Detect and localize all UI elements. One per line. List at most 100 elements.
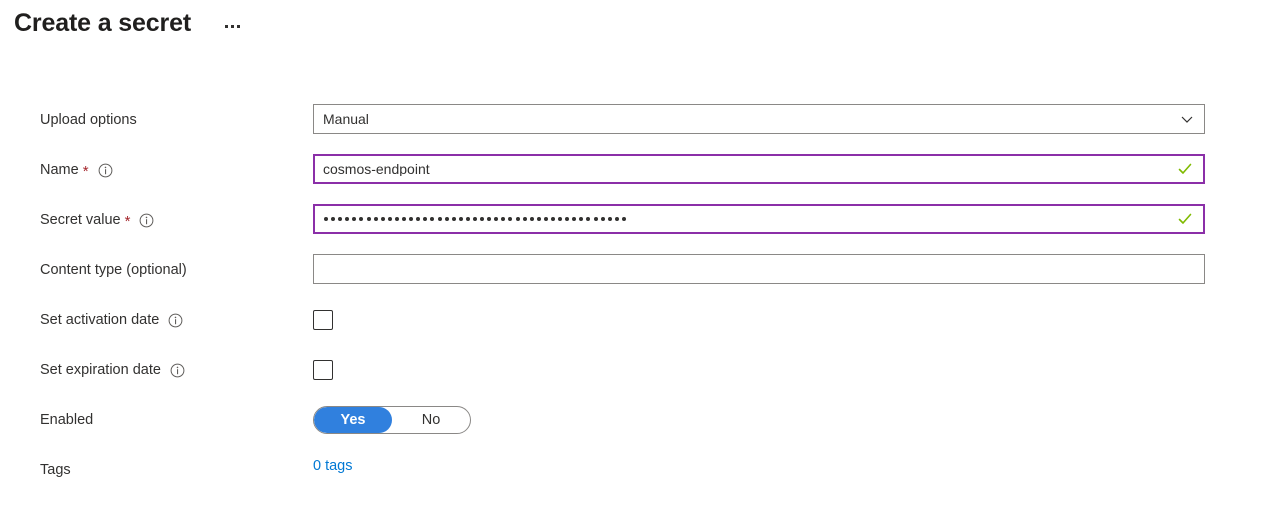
form-row-enabled: Enabled Yes No [0, 404, 1270, 454]
masked-char [373, 217, 378, 221]
masked-char [586, 217, 591, 221]
tags-label-group: Tags [0, 454, 313, 486]
masked-char [444, 217, 449, 221]
masked-char [331, 217, 336, 221]
masked-char [522, 217, 527, 221]
enabled-label-group: Enabled [0, 404, 313, 436]
set-expiration-date-control [313, 354, 1270, 380]
form-row-set-expiration-date: Set expiration date [0, 354, 1270, 404]
masked-char [607, 217, 612, 221]
masked-char [480, 217, 485, 221]
masked-char [423, 217, 428, 221]
set-expiration-date-label-group: Set expiration date [0, 354, 313, 386]
masked-char [621, 217, 626, 221]
masked-char [543, 217, 548, 221]
secret-value-required-marker: * [124, 212, 131, 230]
enabled-toggle-no[interactable]: No [392, 407, 470, 433]
masked-char [494, 217, 499, 221]
masked-char [394, 217, 399, 221]
more-options-button[interactable] [217, 11, 247, 41]
form-row-secret-value: Secret value * [0, 204, 1270, 254]
masked-char [565, 217, 570, 221]
tags-link[interactable]: 0 tags [313, 454, 353, 474]
masked-char [409, 217, 414, 221]
name-value: cosmos-endpoint [323, 162, 430, 176]
masked-char [402, 217, 407, 221]
info-icon[interactable] [98, 163, 113, 178]
form-row-tags: Tags 0 tags [0, 454, 1270, 504]
form-row-set-activation-date: Set activation date [0, 304, 1270, 354]
masked-char [416, 217, 421, 221]
form-row-name: Name * cosmos-endpoint [0, 154, 1270, 204]
form-row-upload-options: Upload options Manual [0, 104, 1270, 154]
blade-header: Create a secret [0, 0, 247, 46]
enabled-toggle[interactable]: Yes No [313, 406, 471, 434]
content-type-label: Content type (optional) [40, 262, 187, 278]
enabled-toggle-yes[interactable]: Yes [314, 407, 392, 433]
masked-char [508, 217, 513, 221]
set-activation-date-label-group: Set activation date [0, 304, 313, 336]
masked-char [359, 217, 364, 221]
tags-label: Tags [40, 462, 71, 478]
masked-char [352, 217, 357, 221]
content-type-input[interactable] [313, 254, 1205, 284]
masked-char [600, 217, 605, 221]
masked-char [572, 217, 577, 221]
masked-char [551, 217, 555, 221]
set-expiration-date-label: Set expiration date [40, 362, 161, 378]
secret-value-masked [315, 217, 626, 221]
masked-char [579, 217, 584, 221]
masked-char [487, 217, 492, 221]
name-label: Name [40, 162, 79, 178]
secret-value-label: Secret value [40, 212, 121, 228]
masked-char [536, 217, 541, 221]
info-icon[interactable] [170, 363, 185, 378]
masked-char [430, 217, 435, 221]
name-input[interactable]: cosmos-endpoint [313, 154, 1205, 184]
tags-control: 0 tags [313, 454, 1270, 475]
set-activation-date-checkbox[interactable] [313, 310, 333, 330]
ellipsis-dot [236, 24, 240, 28]
masked-char [458, 217, 463, 221]
masked-char [501, 217, 506, 221]
upload-options-value: Manual [323, 112, 369, 126]
checkmark-icon [1177, 211, 1193, 227]
masked-char [451, 217, 456, 221]
masked-char [472, 217, 477, 221]
secret-value-input[interactable] [313, 204, 1205, 234]
upload-options-control: Manual [313, 104, 1270, 134]
masked-char [437, 217, 442, 221]
secret-value-label-group: Secret value * [0, 204, 313, 236]
name-label-group: Name * [0, 154, 313, 186]
masked-char [529, 217, 534, 221]
checkmark-icon [1177, 161, 1193, 177]
upload-options-dropdown[interactable]: Manual [313, 104, 1205, 134]
content-type-label-group: Content type (optional) [0, 254, 313, 286]
info-icon[interactable] [139, 213, 154, 228]
masked-char [387, 217, 392, 221]
masked-char [593, 217, 598, 221]
enabled-label: Enabled [40, 412, 94, 428]
ellipsis-dot [230, 24, 234, 28]
masked-char [558, 217, 563, 221]
masked-char [324, 217, 328, 221]
form-row-content-type: Content type (optional) [0, 254, 1270, 304]
masked-char [366, 217, 371, 221]
create-secret-form: Upload options Manual Name * cosmos-endp… [0, 104, 1270, 504]
masked-char [515, 217, 520, 221]
set-activation-date-control [313, 304, 1270, 330]
info-icon[interactable] [168, 313, 183, 328]
ellipsis-dot [224, 24, 228, 28]
masked-char [345, 217, 350, 221]
name-control: cosmos-endpoint [313, 154, 1270, 184]
set-expiration-date-checkbox[interactable] [313, 360, 333, 380]
upload-options-label: Upload options [40, 112, 137, 128]
page-title: Create a secret [14, 9, 192, 37]
content-type-control [313, 254, 1270, 284]
masked-char [614, 217, 619, 221]
set-activation-date-label: Set activation date [40, 312, 160, 328]
secret-value-control [313, 204, 1270, 234]
chevron-down-icon [1179, 111, 1195, 127]
upload-options-label-group: Upload options [0, 104, 313, 136]
masked-char [380, 217, 385, 221]
